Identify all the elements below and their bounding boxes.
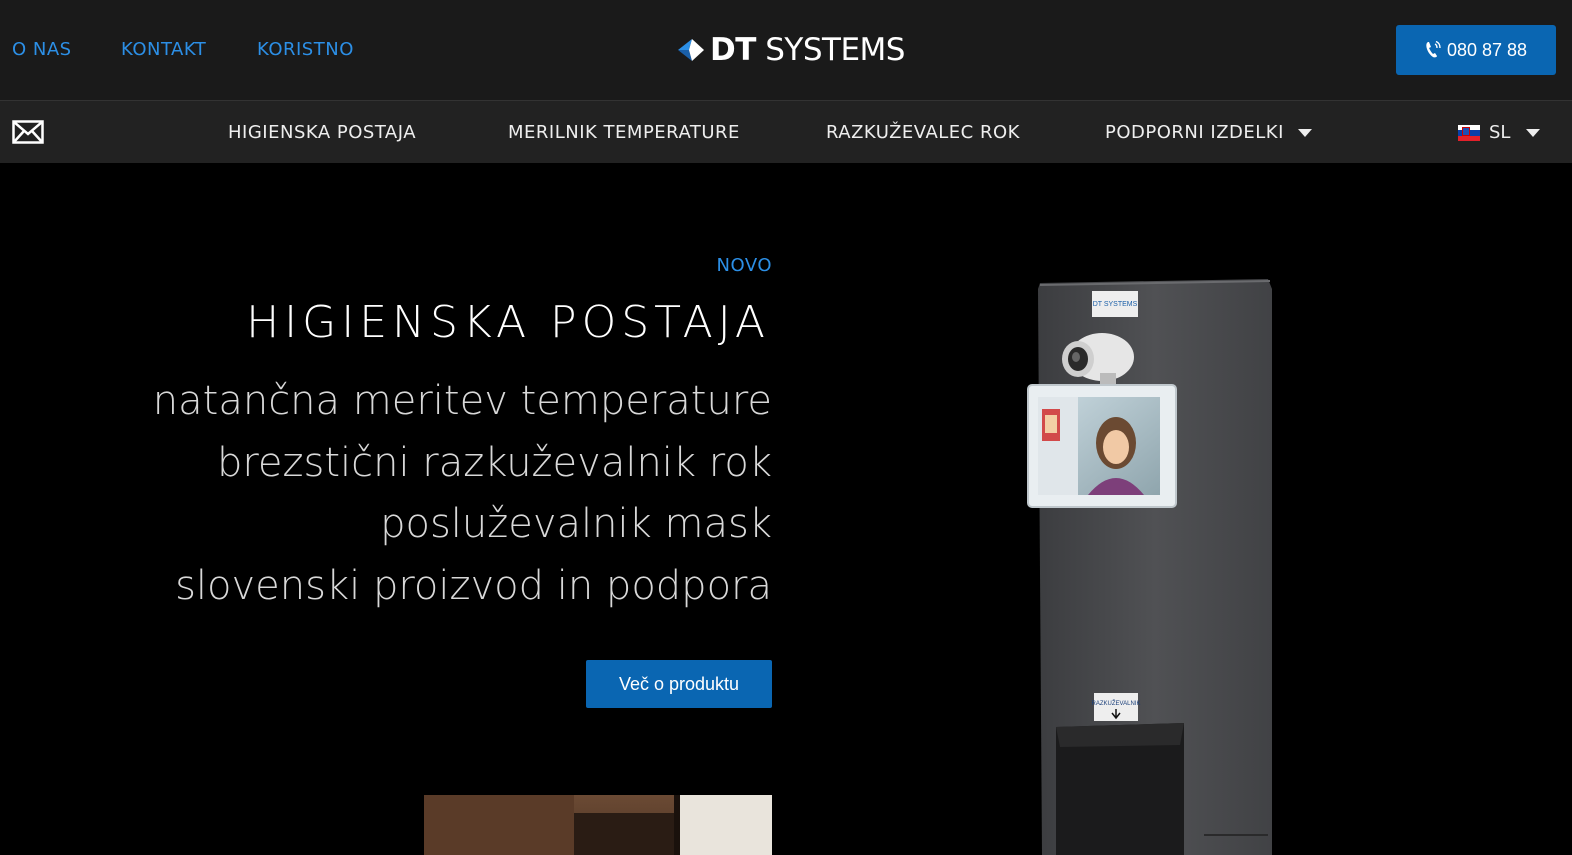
nav-link-o-nas[interactable]: O NAS — [12, 38, 72, 62]
phone-button[interactable]: 080 87 88 — [1396, 25, 1556, 75]
phone-icon — [1426, 41, 1441, 58]
nav-link-koristno[interactable]: KORISTNO — [257, 38, 354, 62]
logo-arrow-icon — [678, 39, 704, 61]
video-thumbnail[interactable] — [424, 795, 772, 855]
top-bar: O NAS KONTAKT KORISTNO DT SYSTEMS 080 87… — [0, 0, 1572, 100]
slovenia-flag-icon — [1458, 125, 1480, 141]
nav-item-podporni-izdelki[interactable]: PODPORNI IZDELKI — [1105, 121, 1312, 145]
nav-item-podporni-izdelki-label: PODPORNI IZDELKI — [1105, 122, 1284, 143]
feature-line: brezstični razkuževalnik rok — [216, 440, 772, 486]
language-selector[interactable]: SL — [1458, 121, 1541, 145]
hero-title: HIGIENSKA POSTAJA — [246, 297, 770, 348]
new-badge: NOVO — [716, 255, 772, 276]
phone-number: 080 87 88 — [1446, 39, 1528, 60]
brand-name: DT SYSTEMS — [710, 32, 905, 68]
nav-link-kontakt[interactable]: KONTAKT — [121, 38, 206, 62]
hygiene-station-image: DT SYSTEMS RAZKUŽEVALNIK — [1027, 279, 1272, 855]
nav-item-higienska-postaja[interactable]: HIGIENSKA POSTAJA — [228, 121, 416, 145]
feature-line: slovenski proizvod in podpora — [175, 563, 772, 609]
product-label-bottom: RAZKUŽEVALNIK — [1092, 699, 1141, 707]
nav-item-razkuzevalec-rok[interactable]: RAZKUŽEVALEC ROK — [826, 121, 1020, 145]
mail-icon[interactable] — [12, 120, 44, 144]
chevron-down-icon — [1526, 129, 1541, 137]
hero-section: NOVO HIGIENSKA POSTAJA natančna meritev … — [0, 163, 1572, 855]
feature-line: natančna meritev temperature — [152, 378, 772, 424]
feature-line: posluževalnik mask — [380, 501, 772, 547]
chevron-down-icon — [1297, 129, 1312, 137]
more-about-product-button[interactable]: Več o produktu — [586, 660, 772, 708]
product-label-top: DT SYSTEMS — [1093, 301, 1138, 308]
language-code: SL — [1489, 122, 1511, 143]
main-navigation: HIGIENSKA POSTAJA MERILNIK TEMPERATURE R… — [0, 100, 1572, 163]
nav-item-merilnik-temperature[interactable]: MERILNIK TEMPERATURE — [508, 121, 740, 145]
site-logo[interactable]: DT SYSTEMS — [676, 30, 905, 70]
